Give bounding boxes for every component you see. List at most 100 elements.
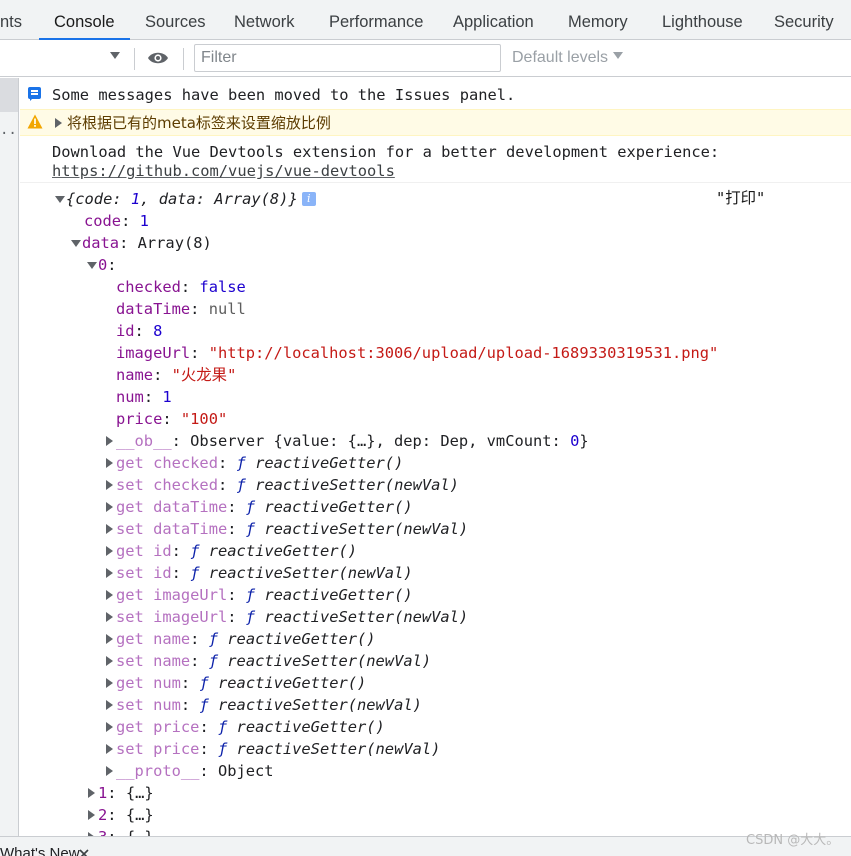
function-symbol: ƒ (236, 454, 246, 472)
property-separator: : (217, 454, 237, 472)
expand-triangle-icon[interactable] (86, 782, 98, 804)
proto-property[interactable]: __proto__: Object (104, 760, 274, 782)
property-separator: : (199, 740, 218, 758)
data-property[interactable]: data: Array(8) (70, 232, 212, 254)
expand-triangle-icon[interactable] (104, 540, 116, 562)
expand-triangle-icon[interactable] (104, 760, 116, 782)
accessor-name: checked (153, 476, 218, 494)
ob-property[interactable]: __ob__: Observer {value: {…}, dep: Dep, … (104, 430, 589, 452)
expand-triangle-icon[interactable] (104, 672, 116, 694)
array-item-row[interactable]: 1: {…} (86, 782, 154, 804)
accessor-space (144, 498, 153, 516)
array-item-0[interactable]: 0: (86, 254, 117, 276)
expand-triangle-icon[interactable] (104, 584, 116, 606)
accessor-row[interactable]: set checked: ƒ reactiveSetter(newVal) (104, 474, 459, 496)
property-value: 1 (139, 212, 149, 230)
property-separator: : (171, 542, 191, 560)
expand-triangle-icon[interactable] (104, 694, 116, 716)
expand-triangle-icon[interactable] (104, 452, 116, 474)
function-symbol: ƒ (236, 476, 246, 494)
warning-text: 将根据已有的meta标签来设置缩放比例 (67, 114, 331, 132)
property-value: false (199, 278, 246, 296)
tab-network[interactable]: Network (234, 0, 295, 40)
expand-triangle-icon[interactable] (104, 496, 116, 518)
expand-triangle-icon[interactable] (104, 430, 116, 452)
accessor-row[interactable]: set imageUrl: ƒ reactiveSetter(newVal) (104, 606, 468, 628)
accessor-row[interactable]: get num: ƒ reactiveGetter() (104, 672, 366, 694)
expand-triangle-icon[interactable] (104, 650, 116, 672)
tab-lighthouse[interactable]: Lighthouse (662, 0, 743, 40)
accessor-row[interactable]: set id: ƒ reactiveSetter(newVal) (104, 562, 413, 584)
tab-memory[interactable]: Memory (568, 0, 628, 40)
tab-console[interactable]: Console (39, 0, 130, 40)
property-key: imageUrl (116, 344, 191, 362)
issues-message-text[interactable]: Some messages have been moved to the Iss… (52, 85, 515, 105)
expand-triangle-icon[interactable] (86, 804, 98, 826)
property-value: 1 (162, 388, 172, 406)
accessor-row[interactable]: get id: ƒ reactiveGetter() (104, 540, 357, 562)
array-item-row[interactable]: 3: {…} (86, 826, 154, 836)
expand-triangle-icon[interactable] (104, 628, 116, 650)
accessor-space (144, 674, 153, 692)
tab-application[interactable]: Application (453, 0, 534, 40)
accessor-row[interactable]: set num: ƒ reactiveSetter(newVal) (104, 694, 422, 716)
tab-security[interactable]: Security (774, 0, 834, 40)
context-dropdown-icon[interactable] (110, 52, 120, 59)
property-key: checked (116, 278, 181, 296)
sidebar-selected-item[interactable] (0, 78, 18, 112)
accessor-row[interactable]: set dataTime: ƒ reactiveSetter(newVal) (104, 518, 468, 540)
tab-performance[interactable]: Performance (329, 0, 423, 40)
function-space (227, 718, 236, 736)
collapse-triangle-icon[interactable] (86, 254, 98, 276)
whats-new-tab[interactable]: What's New (0, 837, 80, 856)
expand-triangle-icon[interactable] (104, 738, 116, 760)
expand-triangle-icon[interactable] (104, 606, 116, 628)
expand-triangle-icon[interactable] (55, 118, 62, 128)
function-symbol: ƒ (199, 674, 209, 692)
accessor-row[interactable]: get name: ƒ reactiveGetter() (104, 628, 376, 650)
accessor-row[interactable]: get dataTime: ƒ reactiveGetter() (104, 496, 413, 518)
vue-devtools-link[interactable]: https://github.com/vuejs/vue-devtools (52, 161, 395, 181)
expand-triangle-icon[interactable] (104, 474, 116, 496)
toolbar-divider (134, 48, 135, 70)
expand-triangle-icon[interactable] (104, 562, 116, 584)
function-space (255, 520, 264, 538)
expand-triangle-icon[interactable] (86, 826, 98, 836)
property-key: 1 (98, 784, 108, 802)
accessor-row[interactable]: get checked: ƒ reactiveGetter() (104, 452, 403, 474)
function-signature: reactiveGetter() (218, 674, 367, 692)
log-object-summary[interactable]: {code: 1, data: Array(8)} i (54, 188, 316, 210)
default-levels-dropdown[interactable]: Default levels (512, 49, 624, 67)
expand-triangle-icon[interactable] (104, 518, 116, 540)
expand-triangle-icon[interactable] (104, 716, 116, 738)
close-icon[interactable] (78, 848, 90, 856)
info-icon[interactable]: i (301, 192, 316, 206)
accessor-space (144, 586, 153, 604)
tab-elements-partial[interactable]: nts (0, 0, 22, 40)
function-signature: reactiveGetter() (264, 498, 413, 516)
console-sidebar[interactable]: ... (0, 78, 25, 836)
console-output[interactable]: Some messages have been moved to the Iss… (20, 78, 851, 836)
log-source-label[interactable]: "打印" (716, 188, 765, 208)
accessor-row[interactable]: get price: ƒ reactiveGetter() (104, 716, 385, 738)
eye-icon[interactable] (147, 51, 169, 65)
function-signature: reactiveSetter(newVal) (264, 520, 469, 538)
property-key: num (116, 388, 144, 406)
property-separator: : (180, 674, 200, 692)
property-separator: : (227, 608, 246, 626)
function-signature: reactiveGetter() (255, 454, 404, 472)
function-symbol: ƒ (208, 652, 218, 670)
property-key: data (82, 234, 120, 252)
accessor-row[interactable]: set price: ƒ reactiveSetter(newVal) (104, 738, 440, 760)
accessor-row[interactable]: get imageUrl: ƒ reactiveGetter() (104, 584, 413, 606)
collapse-triangle-icon[interactable] (70, 232, 82, 254)
warning-message[interactable]: 将根据已有的meta标签来设置缩放比例 (20, 109, 851, 136)
filter-input[interactable] (194, 44, 501, 72)
property-separator: : (107, 784, 126, 802)
property-separator: : (190, 630, 209, 648)
accessor-row[interactable]: set name: ƒ reactiveSetter(newVal) (104, 650, 431, 672)
tab-sources[interactable]: Sources (145, 0, 206, 40)
property-separator: : (162, 410, 181, 428)
collapse-triangle-icon[interactable] (54, 188, 66, 210)
array-item-row[interactable]: 2: {…} (86, 804, 154, 826)
